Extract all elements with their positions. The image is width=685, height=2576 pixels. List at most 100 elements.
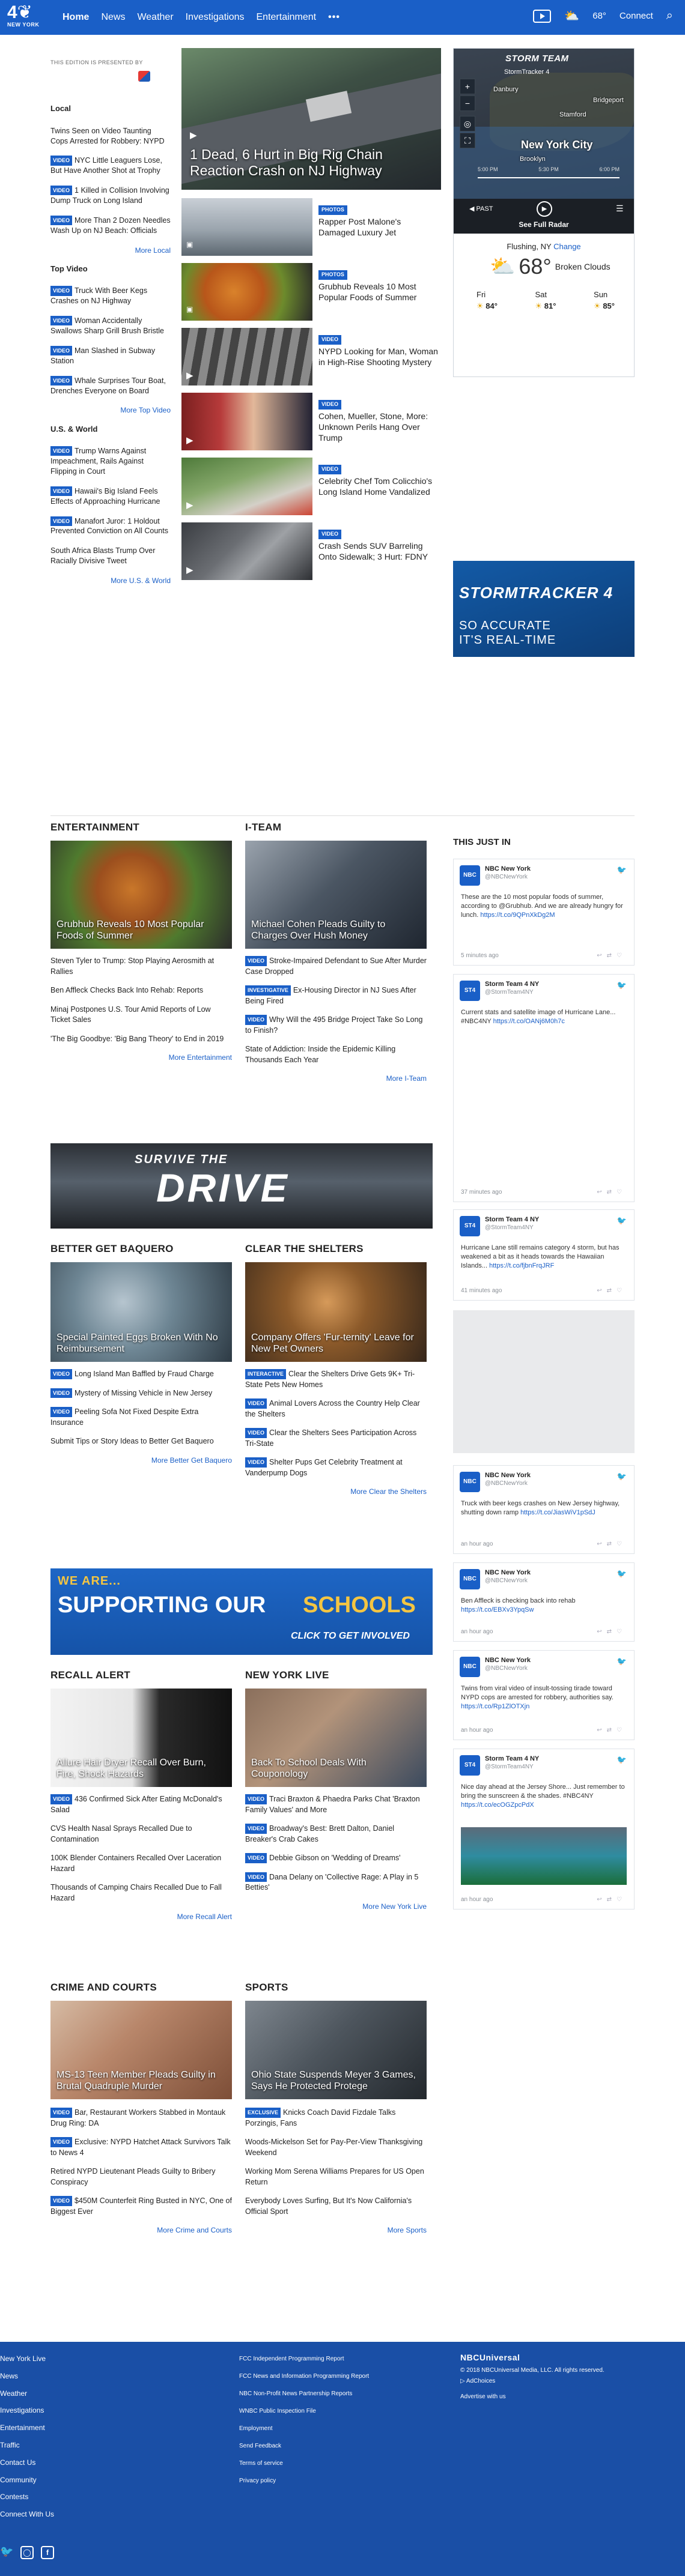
- tweet-card[interactable]: NBC NBC New York @NBCNewYork 🐦 Ben Affle…: [453, 1562, 635, 1642]
- story-card[interactable]: ▶ VIDEO NYPD Looking for Man, Woman in Hi…: [181, 328, 441, 385]
- story-card[interactable]: ▶ VIDEO Celebrity Chef Tom Colicchio's Lo…: [181, 458, 441, 515]
- stormtracker-ad[interactable]: STORMTRACKER 4 SO ACCURATE IT'S REAL-TIME: [453, 561, 635, 657]
- lead-story-image[interactable]: Allure Hair Dryer Recall Over Burn, Fire…: [50, 1689, 232, 1787]
- footer-link[interactable]: Community: [0, 2472, 54, 2489]
- tweet-actions-icon[interactable]: ↩⇄♡: [597, 1189, 627, 1196]
- nav-weather[interactable]: Weather: [137, 12, 173, 23]
- nav-news[interactable]: News: [101, 12, 125, 23]
- more-sports-link[interactable]: More Sports: [245, 2225, 427, 2236]
- list-item[interactable]: EXCLUSIVE Knicks Coach David Fizdale Talk…: [245, 2108, 427, 2129]
- local-item[interactable]: VIDEO More Than 2 Dozen Needles Wash Up o…: [50, 215, 171, 236]
- list-item[interactable]: VIDEO Clear the Shelters Sees Participati…: [245, 1428, 427, 1449]
- see-full-radar-link[interactable]: See Full Radar: [454, 220, 634, 229]
- lead-story-image[interactable]: Company Offers 'Fur-ternity' Leave for N…: [245, 1262, 427, 1362]
- footer-link[interactable]: NBC Non-Profit News Partnership Reports: [239, 2385, 369, 2402]
- us-world-item[interactable]: South Africa Blasts Trump Over Racially …: [50, 546, 171, 566]
- footer-link[interactable]: FCC News and Information Programming Rep…: [239, 2368, 369, 2385]
- footer-link[interactable]: New York Live: [0, 2350, 54, 2368]
- list-item[interactable]: VIDEO Peeling Sofa Not Fixed Despite Extr…: [50, 1407, 232, 1428]
- footer-link[interactable]: Terms of service: [239, 2455, 369, 2472]
- footer-link[interactable]: Contests: [0, 2488, 54, 2506]
- tweet-actions-icon[interactable]: ↩⇄♡: [597, 1287, 627, 1294]
- footer-link[interactable]: Weather: [0, 2385, 54, 2402]
- list-item[interactable]: Minaj Postpones U.S. Tour Amid Reports o…: [50, 1005, 232, 1026]
- us-world-item[interactable]: VIDEO Manafort Juror: 1 Holdout Prevented…: [50, 516, 171, 537]
- fullscreen-icon[interactable]: ⛶: [460, 133, 475, 148]
- more-local-link[interactable]: More Local: [50, 246, 171, 255]
- footer-link[interactable]: Investigations: [0, 2402, 54, 2419]
- more-iteam-link[interactable]: More I-Team: [245, 1074, 427, 1084]
- forecast-day[interactable]: Sat ☀ 81°: [535, 290, 556, 311]
- list-item[interactable]: Retired NYPD Lieutenant Pleads Guilty to…: [50, 2166, 232, 2187]
- section-title-crime[interactable]: CRIME AND COURTS: [50, 1982, 157, 1994]
- supporting-schools-banner[interactable]: WE ARE... SUPPORTING OUR SCHOOLS CLICK T…: [50, 1568, 433, 1655]
- story-card[interactable]: ▶ VIDEO Cohen, Mueller, Stone, More: Unkn…: [181, 393, 441, 450]
- instagram-icon[interactable]: ◯: [20, 2546, 34, 2559]
- tweet-image[interactable]: [461, 1827, 627, 1885]
- list-item[interactable]: Ben Affleck Checks Back Into Rehab: Repo…: [50, 985, 232, 996]
- connect-link[interactable]: Connect: [620, 11, 653, 21]
- nbcuniversal-logo[interactable]: NBCUniversal: [460, 2350, 604, 2365]
- top-video-item[interactable]: VIDEO Truck With Beer Kegs Crashes on NJ …: [50, 286, 171, 306]
- lead-story-image[interactable]: Ohio State Suspends Meyer 3 Games, Says …: [245, 2001, 427, 2099]
- list-item[interactable]: Thousands of Camping Chairs Recalled Due…: [50, 1882, 232, 1903]
- forecast-day[interactable]: Fri ☀ 84°: [476, 290, 498, 311]
- list-item[interactable]: State of Addiction: Inside the Epidemic …: [245, 1044, 427, 1065]
- layers-icon[interactable]: ☰: [616, 204, 624, 214]
- top-video-item[interactable]: VIDEO Woman Accidentally Swallows Sharp G…: [50, 316, 171, 336]
- tweet-actions-icon[interactable]: ↩⇄♡: [597, 952, 627, 959]
- lead-story-image[interactable]: Special Painted Eggs Broken With No Reim…: [50, 1262, 232, 1362]
- search-icon[interactable]: ⌕: [666, 9, 673, 23]
- lead-story-image[interactable]: Grubhub Reveals 10 Most Popular Foods of…: [50, 841, 232, 949]
- list-item[interactable]: Working Mom Serena Williams Prepares for…: [245, 2166, 427, 2187]
- list-item[interactable]: VIDEO Debbie Gibson on 'Wedding of Dreams…: [245, 1853, 427, 1864]
- us-world-item[interactable]: VIDEO Trump Warns Against Impeachment, Ra…: [50, 446, 171, 477]
- section-title-baquero[interactable]: BETTER GET BAQUERO: [50, 1243, 174, 1255]
- footer-link[interactable]: Entertainment: [0, 2419, 54, 2437]
- list-item[interactable]: VIDEO Traci Braxton & Phaedra Parks Chat …: [245, 1794, 427, 1815]
- header-temperature[interactable]: 68°: [592, 11, 606, 21]
- tweet-actions-icon[interactable]: ↩⇄♡: [597, 1727, 627, 1734]
- section-title-nylive[interactable]: NEW YORK LIVE: [245, 1669, 329, 1681]
- list-item[interactable]: Steven Tyler to Trump: Stop Playing Aero…: [50, 956, 232, 977]
- nav-investigations[interactable]: Investigations: [186, 12, 245, 23]
- footer-link[interactable]: News: [0, 2368, 54, 2385]
- footer-link[interactable]: Send Feedback: [239, 2437, 369, 2455]
- section-title-recall[interactable]: RECALL ALERT: [50, 1669, 130, 1681]
- tweet-actions-icon[interactable]: ↩⇄♡: [597, 1541, 627, 1547]
- tweet-card[interactable]: ST4 Storm Team 4 NY @StormTeam4NY 🐦 Nice…: [453, 1749, 635, 1909]
- section-title-sports[interactable]: SPORTS: [245, 1982, 288, 1994]
- tweet-actions-icon[interactable]: ↩⇄♡: [597, 1896, 627, 1903]
- local-item[interactable]: Twins Seen on Video Taunting Cops Arrest…: [50, 126, 171, 147]
- hero-story[interactable]: ▶ 1 Dead, 6 Hurt in Big Rig Chain Reacti…: [181, 48, 441, 190]
- click-to-get-involved-button[interactable]: CLICK TO GET INVOLVED: [291, 1631, 410, 1642]
- facebook-icon[interactable]: f: [41, 2546, 54, 2559]
- nav-entertainment[interactable]: Entertainment: [257, 12, 317, 23]
- list-item[interactable]: VIDEO $450M Counterfeit Ring Busted in NY…: [50, 2196, 232, 2217]
- tweet-card[interactable]: NBC NBC New York @NBCNewYork 🐦 Twins fro…: [453, 1650, 635, 1740]
- sponsor-logo[interactable]: [138, 71, 150, 82]
- list-item[interactable]: VIDEO Broadway's Best: Brett Dalton, Dani…: [245, 1824, 427, 1845]
- list-item[interactable]: VIDEO Shelter Pups Get Celebrity Treatmen…: [245, 1457, 427, 1478]
- list-item[interactable]: VIDEO Exclusive: NYPD Hatchet Attack Surv…: [50, 2137, 232, 2158]
- list-item[interactable]: CVS Health Nasal Sprays Recalled Due to …: [50, 1824, 232, 1845]
- story-card[interactable]: ▶ VIDEO Crash Sends SUV Barreling Onto Si…: [181, 522, 441, 580]
- tweet-card[interactable]: ST4 Storm Team 4 NY @StormTeam4NY 🐦 Curr…: [453, 974, 635, 1202]
- nbc-new-york-logo[interactable]: 4❦ NEW YORK: [7, 4, 43, 31]
- tweet-card[interactable]: NBC NBC New York @NBCNewYork 🐦 Truck wit…: [453, 1465, 635, 1554]
- list-item[interactable]: 100K Blender Containers Recalled Over La…: [50, 1853, 232, 1874]
- lead-story-image[interactable]: Back To School Deals With Couponology: [245, 1689, 427, 1787]
- locate-icon[interactable]: ◎: [460, 116, 475, 132]
- section-title-shelters[interactable]: CLEAR THE SHELTERS: [245, 1243, 364, 1255]
- list-item[interactable]: VIDEO Dana Delany on 'Collective Rage: A …: [245, 1872, 427, 1893]
- footer-link[interactable]: Connect With Us: [0, 2506, 54, 2523]
- list-item[interactable]: Woods-Mickelson Set for Pay-Per-View Tha…: [245, 2137, 427, 2158]
- list-item[interactable]: Submit Tips or Story Ideas to Better Get…: [50, 1436, 232, 1447]
- more-baquero-link[interactable]: More Better Get Baquero: [50, 1456, 232, 1466]
- footer-link[interactable]: Traffic: [0, 2437, 54, 2454]
- tweet-actions-icon[interactable]: ↩⇄♡: [597, 1628, 627, 1635]
- advertise-link[interactable]: Advertise with us: [460, 2392, 604, 2402]
- top-video-item[interactable]: VIDEO Whale Surprises Tour Boat, Drenches…: [50, 375, 171, 396]
- nav-more-button[interactable]: •••: [328, 12, 340, 23]
- list-item[interactable]: VIDEO 436 Confirmed Sick After Eating McD…: [50, 1794, 232, 1815]
